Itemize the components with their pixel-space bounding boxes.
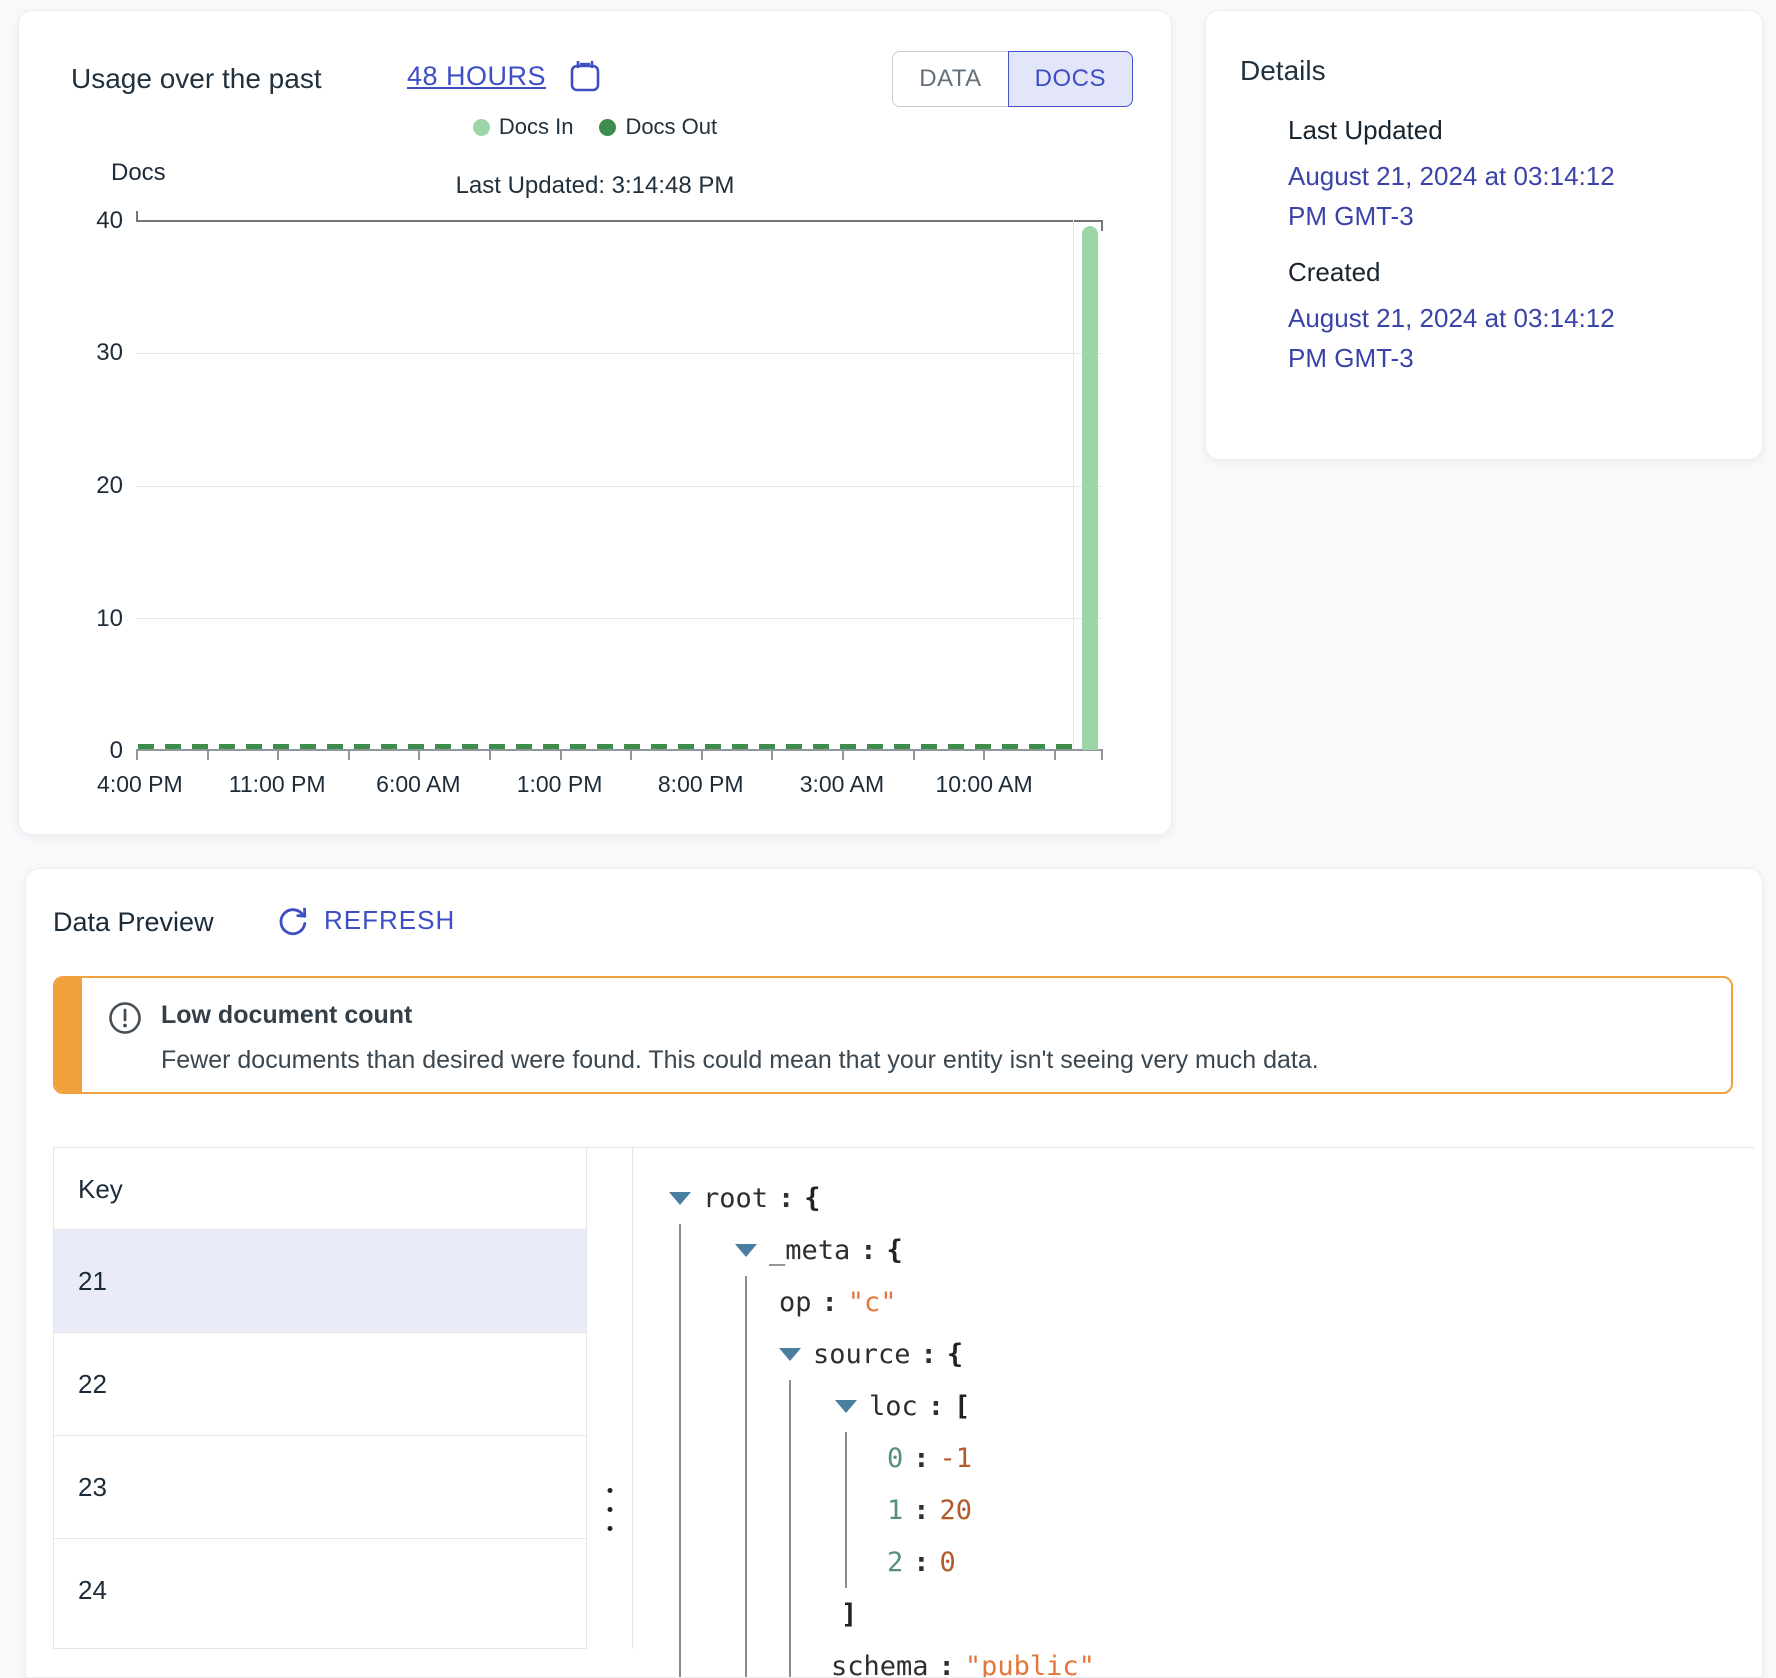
x-tick-label: 4:00 PM <box>97 771 183 798</box>
tree-key: _meta <box>769 1235 850 1266</box>
chart-legend: Docs In Docs Out <box>19 114 1171 140</box>
details-card: Details Last Updated August 21, 2024 at … <box>1205 10 1763 460</box>
refresh-icon <box>276 903 310 937</box>
collapse-icon[interactable] <box>835 1400 857 1413</box>
y-tick-label: 40 <box>47 207 123 235</box>
range-link[interactable]: 48 HOURS <box>407 61 546 92</box>
usage-card: Usage over the past 48 HOURS DATA DOCS D… <box>18 10 1172 835</box>
resize-handle-icon[interactable] <box>607 1488 612 1531</box>
y-tick-label: 20 <box>47 472 123 500</box>
tree-row-schema: schema : "public" <box>633 1640 1754 1677</box>
detail-value-line2: PM GMT-3 <box>1288 343 1414 373</box>
tree-string-value: "c" <box>848 1287 897 1318</box>
close-bracket: ] <box>841 1599 857 1630</box>
panel-divider <box>587 1147 633 1649</box>
warning-accent-bar <box>55 978 82 1092</box>
tree-row-op: op : "c" <box>633 1276 1754 1328</box>
data-docs-toggle: DATA DOCS <box>892 51 1133 107</box>
docs-out-dot-icon <box>599 119 616 136</box>
y-tick-label: 0 <box>47 737 123 765</box>
tree-row-loc-0: 0 : -1 <box>633 1432 1754 1484</box>
json-tree-panel: root : { _meta : { op : "c" source : <box>633 1147 1754 1677</box>
legend-label: Docs Out <box>625 114 717 140</box>
calendar-icon[interactable] <box>567 57 603 95</box>
tree-key: schema <box>831 1651 929 1678</box>
detail-label: Last Updated <box>1288 115 1728 146</box>
docs-in-dot-icon <box>473 119 490 136</box>
warning-body: Fewer documents than desired were found.… <box>161 1046 1319 1075</box>
data-preview-card: Data Preview REFRESH Low document count … <box>25 868 1763 1678</box>
tree-row-root: root : { <box>633 1172 1754 1224</box>
tree-key: op <box>779 1287 812 1318</box>
detail-created: Created August 21, 2024 at 03:14:12 PM G… <box>1288 257 1728 378</box>
chart-x-axis-line <box>136 749 1103 751</box>
detail-label: Created <box>1288 257 1728 288</box>
legend-label: Docs In <box>499 114 574 140</box>
tree-key: source <box>813 1339 911 1370</box>
tree-row-loc: loc : [ <box>633 1380 1754 1432</box>
key-row-21[interactable]: 21 <box>54 1230 586 1333</box>
refresh-label: REFRESH <box>324 905 455 936</box>
y-tick-label: 10 <box>47 605 123 633</box>
warning-icon <box>107 1000 143 1036</box>
key-row-23[interactable]: 23 <box>54 1436 586 1539</box>
toggle-data-button[interactable]: DATA <box>892 51 1007 107</box>
toggle-docs-button[interactable]: DOCS <box>1008 51 1133 107</box>
key-row-24[interactable]: 24 <box>54 1539 586 1642</box>
docs-in-spike-bar <box>1082 226 1098 750</box>
collapse-icon[interactable] <box>669 1192 691 1205</box>
usage-chart-plot <box>136 220 1103 751</box>
x-tick-label: 11:00 PM <box>229 771 326 798</box>
open-brace: { <box>887 1235 903 1266</box>
key-row-22[interactable]: 22 <box>54 1333 586 1436</box>
usage-title: Usage over the past <box>71 63 322 95</box>
open-brace: { <box>947 1339 963 1370</box>
tree-number-value: 20 <box>940 1495 973 1526</box>
collapse-icon[interactable] <box>735 1244 757 1257</box>
x-tick-label: 1:00 PM <box>517 771 603 798</box>
y-tick-label: 30 <box>47 339 123 367</box>
tree-row-loc-2: 2 : 0 <box>633 1536 1754 1588</box>
tree-row-source: source : { <box>633 1328 1754 1380</box>
detail-value-line1: August 21, 2024 at 03:14:12 <box>1288 161 1615 191</box>
warning-title: Low document count <box>161 1001 412 1030</box>
detail-value-line1: August 21, 2024 at 03:14:12 <box>1288 303 1615 333</box>
tree-index: 2 <box>887 1547 903 1578</box>
key-table: Key 21 22 23 24 <box>53 1147 587 1649</box>
tree-number-value: 0 <box>940 1547 956 1578</box>
tree-string-value: "public" <box>965 1651 1095 1678</box>
x-tick-label: 8:00 PM <box>658 771 744 798</box>
tree-row-meta: _meta : { <box>633 1224 1754 1276</box>
x-axis-labels: 4:00 PM 11:00 PM 6:00 AM 1:00 PM 8:00 PM… <box>136 771 1103 801</box>
tree-key: loc <box>869 1391 918 1422</box>
detail-last-updated: Last Updated August 21, 2024 at 03:14:12… <box>1288 115 1728 236</box>
legend-item-docs-out: Docs Out <box>599 114 717 140</box>
docs-out-zero-series <box>138 744 1080 749</box>
tree-key: root <box>703 1183 768 1214</box>
open-brace: { <box>804 1183 820 1214</box>
data-preview-title: Data Preview <box>53 907 214 938</box>
collapse-icon[interactable] <box>779 1348 801 1361</box>
tree-index: 0 <box>887 1443 903 1474</box>
tree-row-loc-1: 1 : 20 <box>633 1484 1754 1536</box>
legend-item-docs-in: Docs In <box>473 114 574 140</box>
chart-top-axis-line <box>136 220 1103 222</box>
low-document-count-warning: Low document count Fewer documents than … <box>53 976 1733 1094</box>
chart-last-updated: Last Updated: 3:14:48 PM <box>19 172 1171 200</box>
open-bracket: [ <box>954 1391 970 1422</box>
json-tree: root : { _meta : { op : "c" source : <box>633 1172 1754 1677</box>
x-tick-label: 10:00 AM <box>935 771 1032 798</box>
tree-row-loc-close: ] <box>633 1588 1754 1640</box>
refresh-button[interactable]: REFRESH <box>276 903 455 937</box>
detail-value-line2: PM GMT-3 <box>1288 201 1414 231</box>
details-title: Details <box>1240 55 1326 87</box>
tree-index: 1 <box>887 1495 903 1526</box>
x-tick-label: 6:00 AM <box>376 771 460 798</box>
tree-number-value: -1 <box>940 1443 973 1474</box>
x-tick-label: 3:00 AM <box>800 771 884 798</box>
key-column-header: Key <box>54 1148 586 1230</box>
